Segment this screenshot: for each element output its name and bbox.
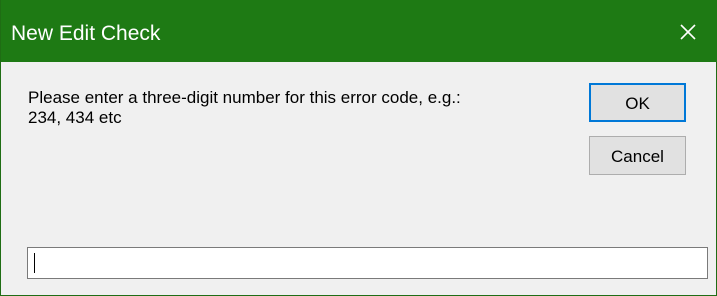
prompt-message-line-2: 234, 434 etc	[28, 108, 122, 127]
text-caret	[34, 253, 35, 273]
cancel-button[interactable]: Cancel	[589, 136, 686, 175]
title-bar: New Edit Check	[1, 0, 717, 62]
ok-button[interactable]: OK	[589, 83, 686, 122]
close-icon	[680, 24, 696, 40]
prompt-message: Please enter a three-digit number for th…	[28, 88, 568, 128]
close-button[interactable]	[658, 0, 717, 62]
input-dialog: New Edit Check Please enter a three-digi…	[0, 0, 717, 296]
prompt-message-line-1: Please enter a three-digit number for th…	[28, 88, 461, 107]
dialog-title: New Edit Check	[11, 22, 161, 45]
error-code-input[interactable]	[27, 247, 708, 279]
